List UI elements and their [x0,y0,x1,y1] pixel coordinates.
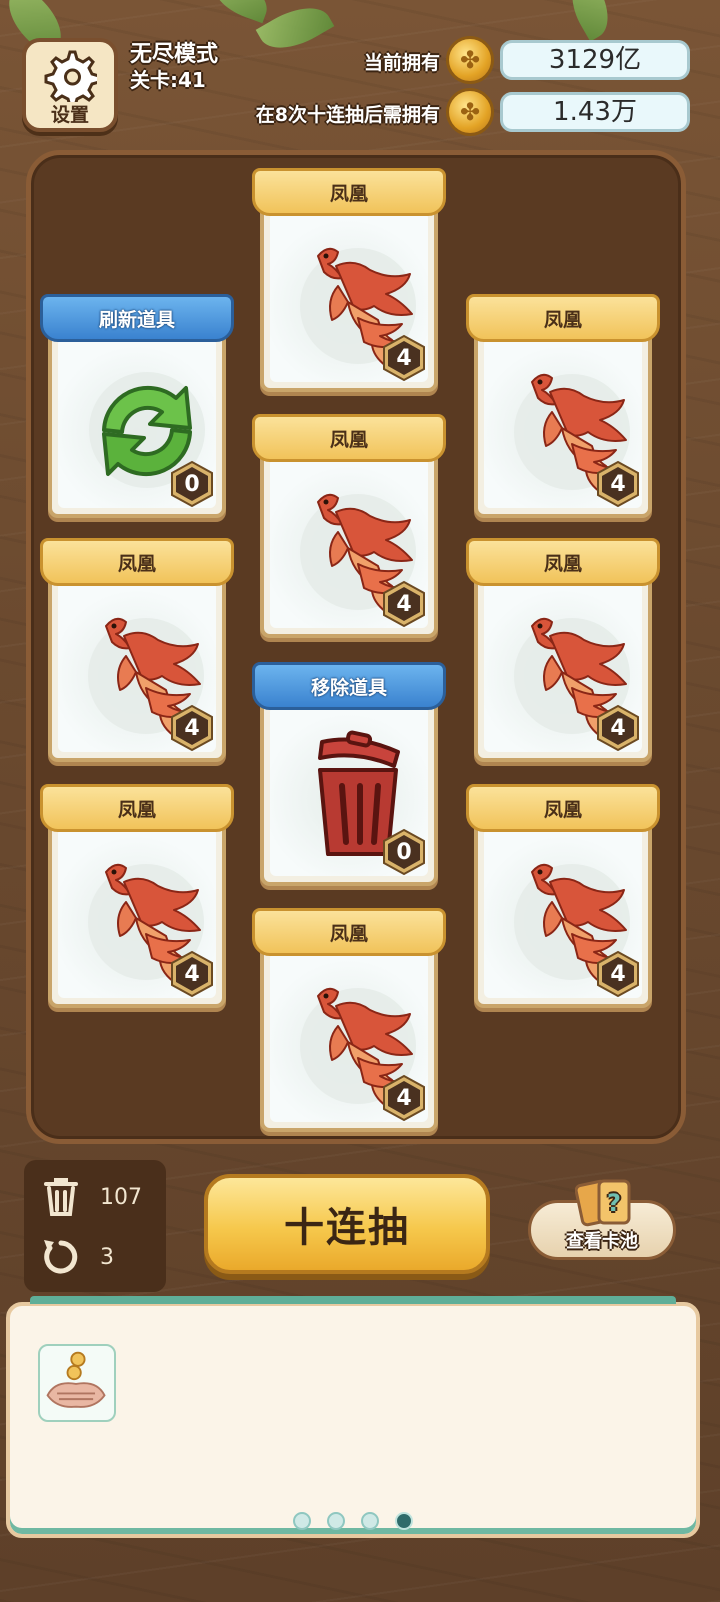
bottom-info-panel [6,1296,700,1538]
card-remove-item[interactable]: 0 移除道具 [252,656,446,888]
card-body: 4 [48,572,226,762]
card-title-ribbon: 移除道具 [252,662,446,710]
card-title: 凤凰 [329,922,368,945]
card-phoenix[interactable]: 4 凤凰 [466,532,660,764]
count-value: 0 [396,839,412,865]
card-title-ribbon: 凤凰 [252,168,446,216]
card-body: 4 [48,818,226,1008]
count-badge: 4 [594,460,642,508]
item-counter-panel: 107 3 [24,1160,166,1292]
card-body: 0 [48,328,226,518]
card-phoenix[interactable]: 4 凤凰 [466,778,660,1010]
card-phoenix[interactable]: 4 凤凰 [466,288,660,520]
card-title: 凤凰 [543,552,582,575]
card-body: 4 [474,328,652,518]
coin-hand-item[interactable] [38,1344,116,1422]
remove-count: 107 [100,1184,142,1210]
count-badge: 4 [380,580,428,628]
card-body: 4 [260,202,438,392]
card-title: 凤凰 [543,798,582,821]
card-body: 0 [260,696,438,886]
card-title-ribbon: 凤凰 [40,784,234,832]
card-phoenix[interactable]: 4 凤凰 [40,532,234,764]
count-value: 4 [610,471,626,497]
card-title: 凤凰 [117,552,156,575]
coin-icon: ✤ [446,88,494,136]
count-badge: 0 [168,460,216,508]
card-title-ribbon: 刷新道具 [40,294,234,342]
ten-draw-button[interactable]: 十连抽 [204,1174,490,1274]
svg-text:?: ? [607,1189,621,1217]
count-value: 4 [396,345,412,371]
refresh-icon [44,1240,78,1274]
card-body: 4 [260,942,438,1132]
page-indicator [10,1512,696,1530]
card-title: 凤凰 [329,182,368,205]
card-title-ribbon: 凤凰 [466,784,660,832]
card-phoenix[interactable]: 4 凤凰 [40,778,234,1010]
count-value: 4 [396,1085,412,1111]
refresh-count: 3 [100,1244,114,1270]
settings-button[interactable]: 设置 [22,38,118,132]
card-title: 凤凰 [543,308,582,331]
card-body: 4 [474,818,652,1008]
settings-label: 设置 [50,104,89,126]
count-value: 0 [184,471,200,497]
count-badge: 4 [168,704,216,752]
card-phoenix[interactable]: 4 凤凰 [252,902,446,1134]
view-card-pool-button[interactable]: ? 查看卡池 [528,1179,676,1260]
count-badge: 4 [380,1074,428,1122]
required-value: 1.43万 [500,92,690,132]
card-title: 凤凰 [117,798,156,821]
card-title: 移除道具 [310,676,387,699]
count-value: 4 [184,961,200,987]
owned-label: 当前拥有 [363,52,440,74]
card-title: 刷新道具 [98,308,175,331]
page-dot[interactable] [293,1512,311,1530]
page-dot[interactable] [361,1512,379,1530]
card-title-ribbon: 凤凰 [466,294,660,342]
trash-icon [44,1178,78,1216]
card-body: 4 [260,448,438,638]
count-value: 4 [396,591,412,617]
count-badge: 4 [168,950,216,998]
card-title-ribbon: 凤凰 [466,538,660,586]
page-dot[interactable] [327,1512,345,1530]
count-badge: 4 [594,950,642,998]
card-pool-icon: ? [575,1179,631,1227]
count-badge: 0 [380,828,428,876]
gear-icon [44,50,97,102]
count-value: 4 [184,715,200,741]
card-title-ribbon: 凤凰 [252,414,446,462]
card-refresh-item[interactable]: 0 刷新道具 [40,288,234,520]
card-title-ribbon: 凤凰 [252,908,446,956]
card-phoenix[interactable]: 4 凤凰 [252,408,446,640]
coin-hand-icon [46,1351,106,1408]
card-title-ribbon: 凤凰 [40,538,234,586]
count-value: 4 [610,715,626,741]
count-badge: 4 [594,704,642,752]
page-dot-active[interactable] [395,1512,413,1530]
coin-icon: ✤ [446,36,494,84]
card-title: 凤凰 [329,428,368,451]
owned-value: 3129亿 [500,40,690,80]
count-value: 4 [610,961,626,987]
level-label: 关卡:41 [130,68,206,92]
card-phoenix[interactable]: 4 凤凰 [252,162,446,394]
required-label: 在8次十连抽后需拥有 [255,104,440,126]
card-body: 4 [474,572,652,762]
count-badge: 4 [380,334,428,382]
